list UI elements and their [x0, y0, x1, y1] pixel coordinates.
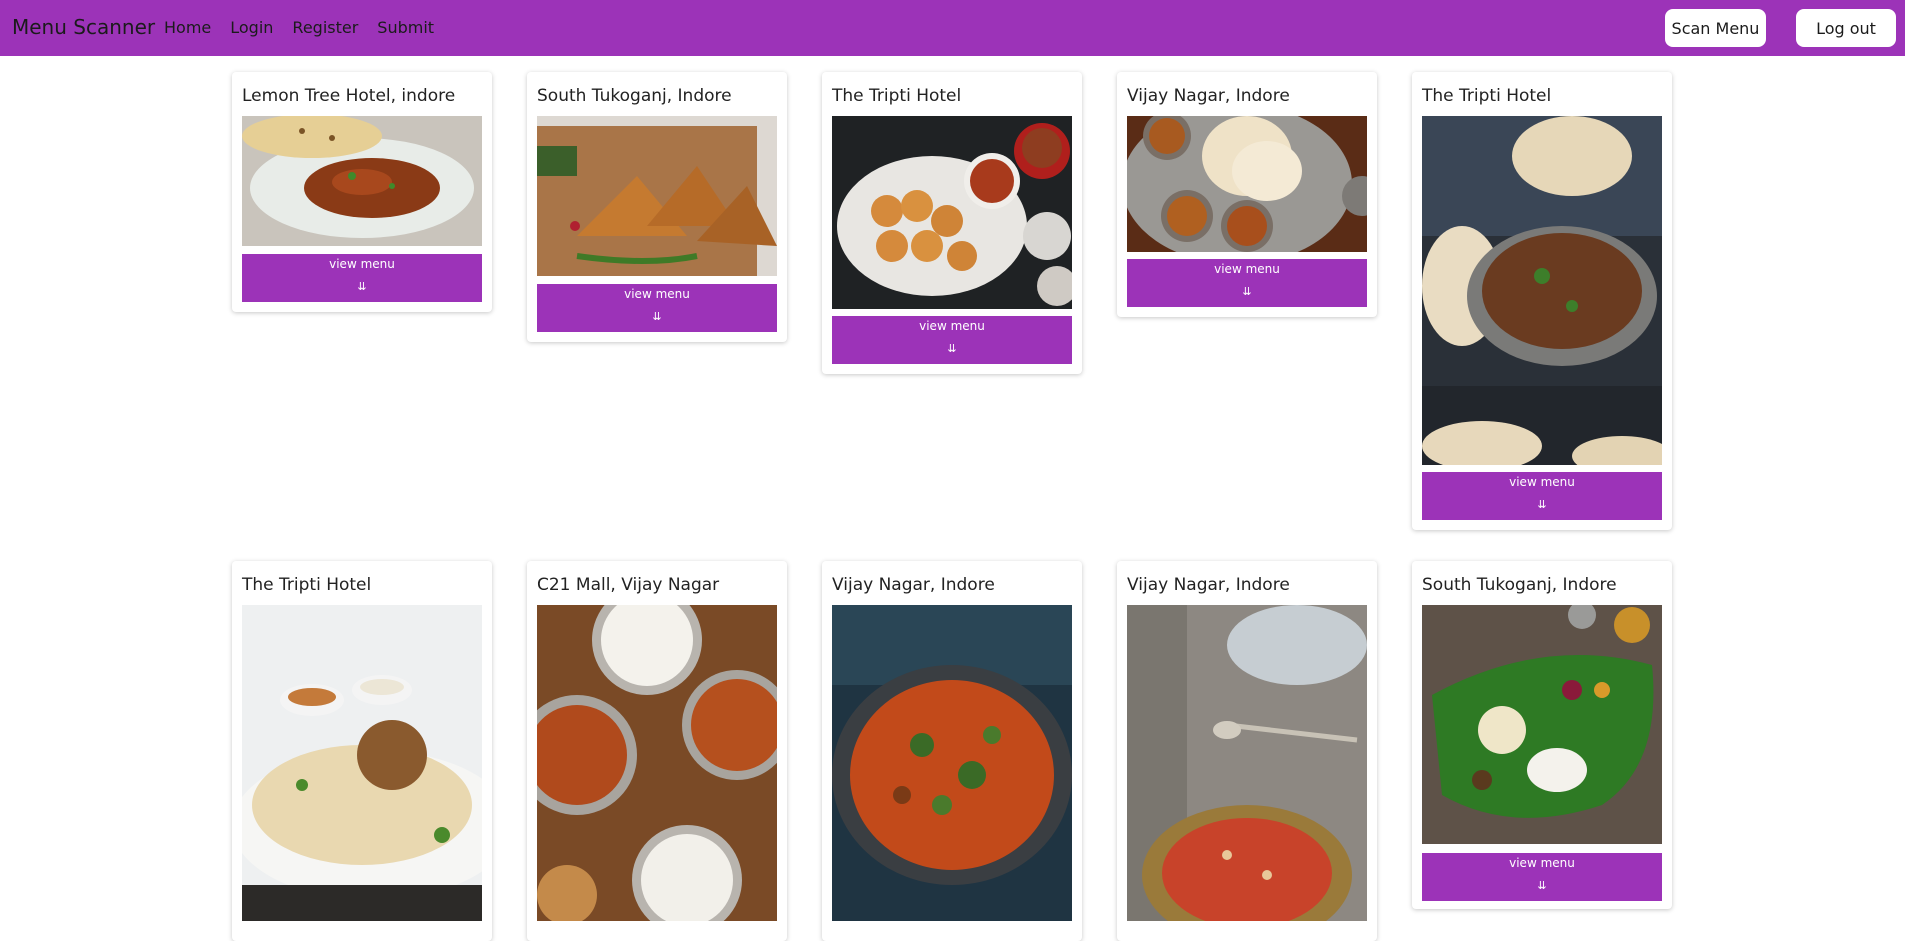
restaurant-card: C21 Mall, Vijay Nagar [527, 561, 787, 941]
view-menu-label: view menu [1509, 475, 1575, 489]
card-title: Vijay Nagar, Indore [1127, 86, 1290, 106]
double-chevron-down-icon: ⇊ [357, 280, 367, 293]
double-chevron-down-icon: ⇊ [1537, 498, 1547, 511]
card-title: South Tukoganj, Indore [537, 86, 732, 106]
card-title: South Tukoganj, Indore [1422, 575, 1617, 595]
restaurant-card: Vijay Nagar, Indore [822, 561, 1082, 941]
food-image [242, 605, 482, 921]
view-menu-button[interactable]: view menu ⇊ [537, 284, 777, 332]
view-menu-button[interactable]: view menu ⇊ [1127, 259, 1367, 307]
restaurant-card: The Tripti Hotel view menu ⇊ [1412, 72, 1672, 530]
double-chevron-down-icon: ⇊ [652, 310, 662, 323]
nav-link-login[interactable]: Login [230, 18, 273, 37]
food-image [1422, 116, 1662, 465]
view-menu-button[interactable]: view menu ⇊ [242, 254, 482, 302]
nav-links: Home Login Register Submit [164, 18, 453, 37]
view-menu-label: view menu [1214, 262, 1280, 276]
card-title: The Tripti Hotel [1422, 86, 1552, 106]
nav-link-register[interactable]: Register [292, 18, 358, 37]
view-menu-label: view menu [329, 257, 395, 271]
card-title: Lemon Tree Hotel, indore [242, 86, 456, 106]
navbar: Menu Scanner Home Login Register Submit … [0, 0, 1905, 56]
card-title: Vijay Nagar, Indore [832, 575, 995, 595]
food-image [242, 116, 482, 246]
restaurant-card: Lemon Tree Hotel, indore view menu ⇊ [232, 72, 492, 312]
double-chevron-down-icon: ⇊ [1537, 879, 1547, 892]
restaurant-card: The Tripti Hotel [232, 561, 492, 941]
restaurant-card: Vijay Nagar, Indore view menu ⇊ [1117, 72, 1377, 317]
food-image [1127, 116, 1367, 252]
nav-link-submit[interactable]: Submit [377, 18, 434, 37]
view-menu-label: view menu [624, 287, 690, 301]
nav-link-home[interactable]: Home [164, 18, 211, 37]
card-title: The Tripti Hotel [242, 575, 372, 595]
restaurant-card: Vijay Nagar, Indore [1117, 561, 1377, 941]
food-image [1422, 605, 1662, 844]
view-menu-button[interactable]: view menu ⇊ [1422, 472, 1662, 520]
logout-button[interactable]: Log out [1796, 9, 1896, 47]
card-title: C21 Mall, Vijay Nagar [537, 575, 720, 595]
double-chevron-down-icon: ⇊ [1242, 285, 1252, 298]
brand-logo[interactable]: Menu Scanner [12, 15, 155, 39]
view-menu-button[interactable]: view menu ⇊ [1422, 853, 1662, 901]
view-menu-button[interactable]: view menu ⇊ [832, 316, 1072, 364]
food-image [537, 116, 777, 276]
restaurant-card: South Tukoganj, Indore view menu ⇊ [1412, 561, 1672, 909]
restaurant-card: South Tukoganj, Indore view menu ⇊ [527, 72, 787, 342]
view-menu-label: view menu [1509, 856, 1575, 870]
scan-menu-button[interactable]: Scan Menu [1665, 9, 1766, 47]
view-menu-label: view menu [919, 319, 985, 333]
food-image [832, 116, 1072, 309]
restaurant-card: The Tripti Hotel view menu ⇊ [822, 72, 1082, 374]
food-image [1127, 605, 1367, 921]
food-image [537, 605, 777, 921]
card-title: The Tripti Hotel [832, 86, 962, 106]
food-image [832, 605, 1072, 921]
double-chevron-down-icon: ⇊ [947, 342, 957, 355]
card-title: Vijay Nagar, Indore [1127, 575, 1290, 595]
